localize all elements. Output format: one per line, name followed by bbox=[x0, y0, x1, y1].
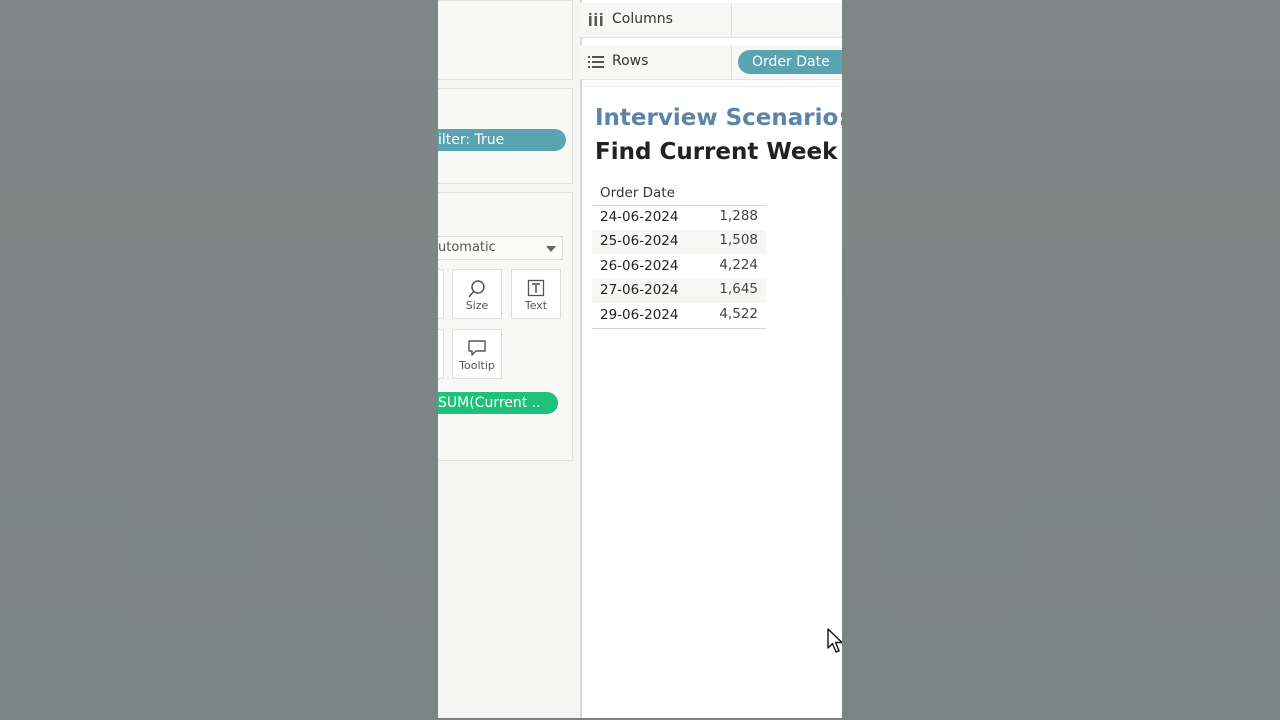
size-button[interactable]: Size bbox=[452, 269, 502, 319]
columns-icon bbox=[589, 13, 603, 26]
measure-pill[interactable]: SUM(Current .. bbox=[438, 392, 558, 414]
column-header-order-date[interactable]: Order Date bbox=[600, 185, 675, 201]
table-row[interactable]: 24-06-2024 1,288 bbox=[592, 206, 766, 230]
filter-pill[interactable]: ilter: True bbox=[438, 129, 566, 151]
color-button[interactable] bbox=[438, 269, 444, 319]
text-button[interactable]: Text bbox=[511, 269, 561, 319]
tableau-window: ilter: True utomatic Size Text Tooltip S… bbox=[438, 0, 842, 718]
row-date: 26-06-2024 bbox=[600, 258, 679, 274]
row-value: 4,522 bbox=[719, 306, 758, 322]
size-icon bbox=[468, 280, 485, 298]
table-row[interactable]: 29-06-2024 4,522 bbox=[592, 304, 766, 328]
rows-icon bbox=[588, 56, 604, 68]
view-title-line1: Interview Scenario: bbox=[595, 105, 842, 131]
text-icon bbox=[527, 279, 545, 297]
tooltip-button[interactable]: Tooltip bbox=[452, 329, 502, 379]
text-label: Text bbox=[524, 299, 548, 312]
left-pane: ilter: True utomatic Size Text Tooltip S… bbox=[438, 0, 580, 718]
rows-shelf[interactable]: Rows Order Date bbox=[580, 45, 842, 80]
row-value: 1,508 bbox=[719, 232, 758, 248]
row-value: 4,224 bbox=[719, 257, 758, 273]
row-value: 1,645 bbox=[719, 281, 758, 297]
order-date-pill[interactable]: Order Date bbox=[738, 50, 842, 74]
view-title-line2: Find Current Week Sa bbox=[595, 139, 842, 165]
tooltip-label: Tooltip bbox=[459, 359, 495, 372]
size-label: Size bbox=[465, 299, 489, 312]
view-canvas: Interview Scenario: Find Current Week Sa… bbox=[582, 86, 842, 718]
detail-button[interactable] bbox=[438, 329, 444, 379]
rows-label: Rows bbox=[612, 53, 649, 69]
columns-shelf[interactable]: Columns bbox=[580, 3, 842, 38]
chevron-down-icon bbox=[546, 246, 556, 252]
rows-shelf-label: Rows bbox=[580, 45, 732, 79]
mark-type-value: utomatic bbox=[438, 240, 496, 255]
mouse-cursor-icon bbox=[827, 628, 842, 653]
table-bottom-border bbox=[592, 328, 766, 329]
pages-card bbox=[438, 0, 573, 80]
table-row[interactable]: 25-06-2024 1,508 bbox=[592, 230, 766, 254]
table-row[interactable]: 26-06-2024 4,224 bbox=[592, 255, 766, 279]
row-date: 24-06-2024 bbox=[600, 209, 679, 225]
mark-type-dropdown[interactable]: utomatic bbox=[438, 236, 563, 260]
tooltip-icon bbox=[468, 340, 486, 356]
row-date: 27-06-2024 bbox=[600, 282, 679, 298]
row-value: 1,288 bbox=[719, 208, 758, 224]
table-row[interactable]: 27-06-2024 1,645 bbox=[592, 279, 766, 303]
row-date: 25-06-2024 bbox=[600, 233, 679, 249]
columns-label: Columns bbox=[612, 11, 673, 27]
marks-card bbox=[438, 192, 573, 461]
row-date: 29-06-2024 bbox=[600, 307, 679, 323]
columns-shelf-label: Columns bbox=[580, 3, 732, 37]
